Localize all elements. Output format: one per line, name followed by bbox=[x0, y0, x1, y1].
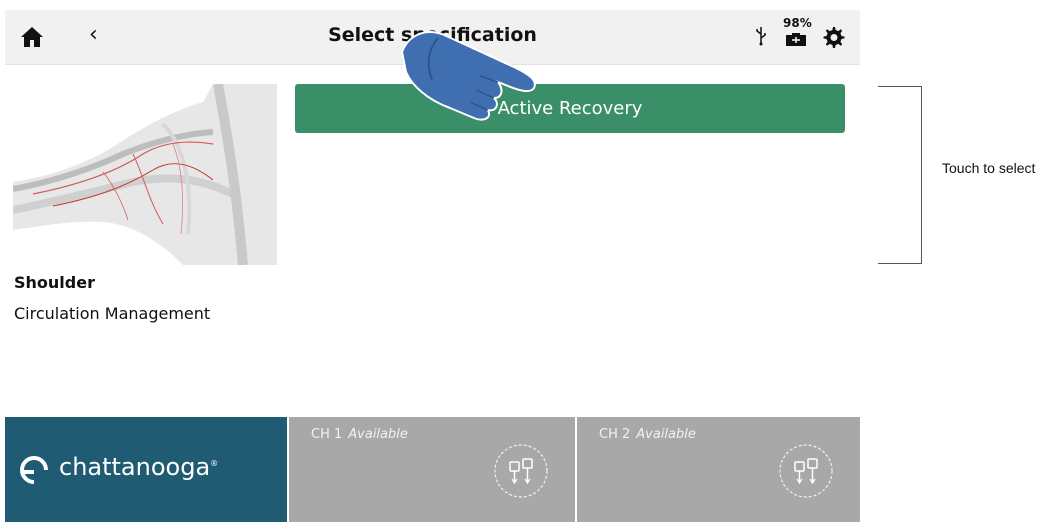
battery-icon bbox=[786, 33, 806, 46]
body-region-label: Shoulder bbox=[14, 273, 95, 292]
brand-logo-text: chattanooga® bbox=[59, 453, 219, 481]
treatment-mode-label: Circulation Management bbox=[14, 304, 211, 323]
channel-1-status: Available bbox=[348, 427, 408, 442]
channel-1-panel[interactable]: CH 1 Available bbox=[289, 417, 575, 522]
channel-2-panel[interactable]: CH 2 Available bbox=[577, 417, 860, 522]
shoulder-anatomy-image bbox=[13, 84, 277, 265]
chattanooga-logo-icon bbox=[20, 456, 49, 485]
channel-1-label: CH 1 Available bbox=[311, 427, 408, 442]
battery-percent: 98% bbox=[783, 16, 812, 30]
channel-2-status: Available bbox=[636, 427, 696, 442]
callout-text: Touch to select bbox=[942, 160, 1036, 176]
electrodes-icon bbox=[779, 444, 833, 498]
gear-icon[interactable] bbox=[821, 25, 845, 49]
callout-bracket bbox=[878, 86, 922, 264]
bottom-bar: chattanooga® CH 1 Available CH 2 Available bbox=[5, 417, 860, 522]
electrodes-icon bbox=[494, 444, 548, 498]
channel-2-label: CH 2 Available bbox=[599, 427, 696, 442]
specification-button-active-recovery[interactable]: Active Recovery bbox=[295, 84, 845, 133]
usb-icon bbox=[756, 27, 766, 46]
pointing-hand-icon bbox=[400, 31, 536, 121]
brand-panel: chattanooga® bbox=[5, 417, 287, 522]
